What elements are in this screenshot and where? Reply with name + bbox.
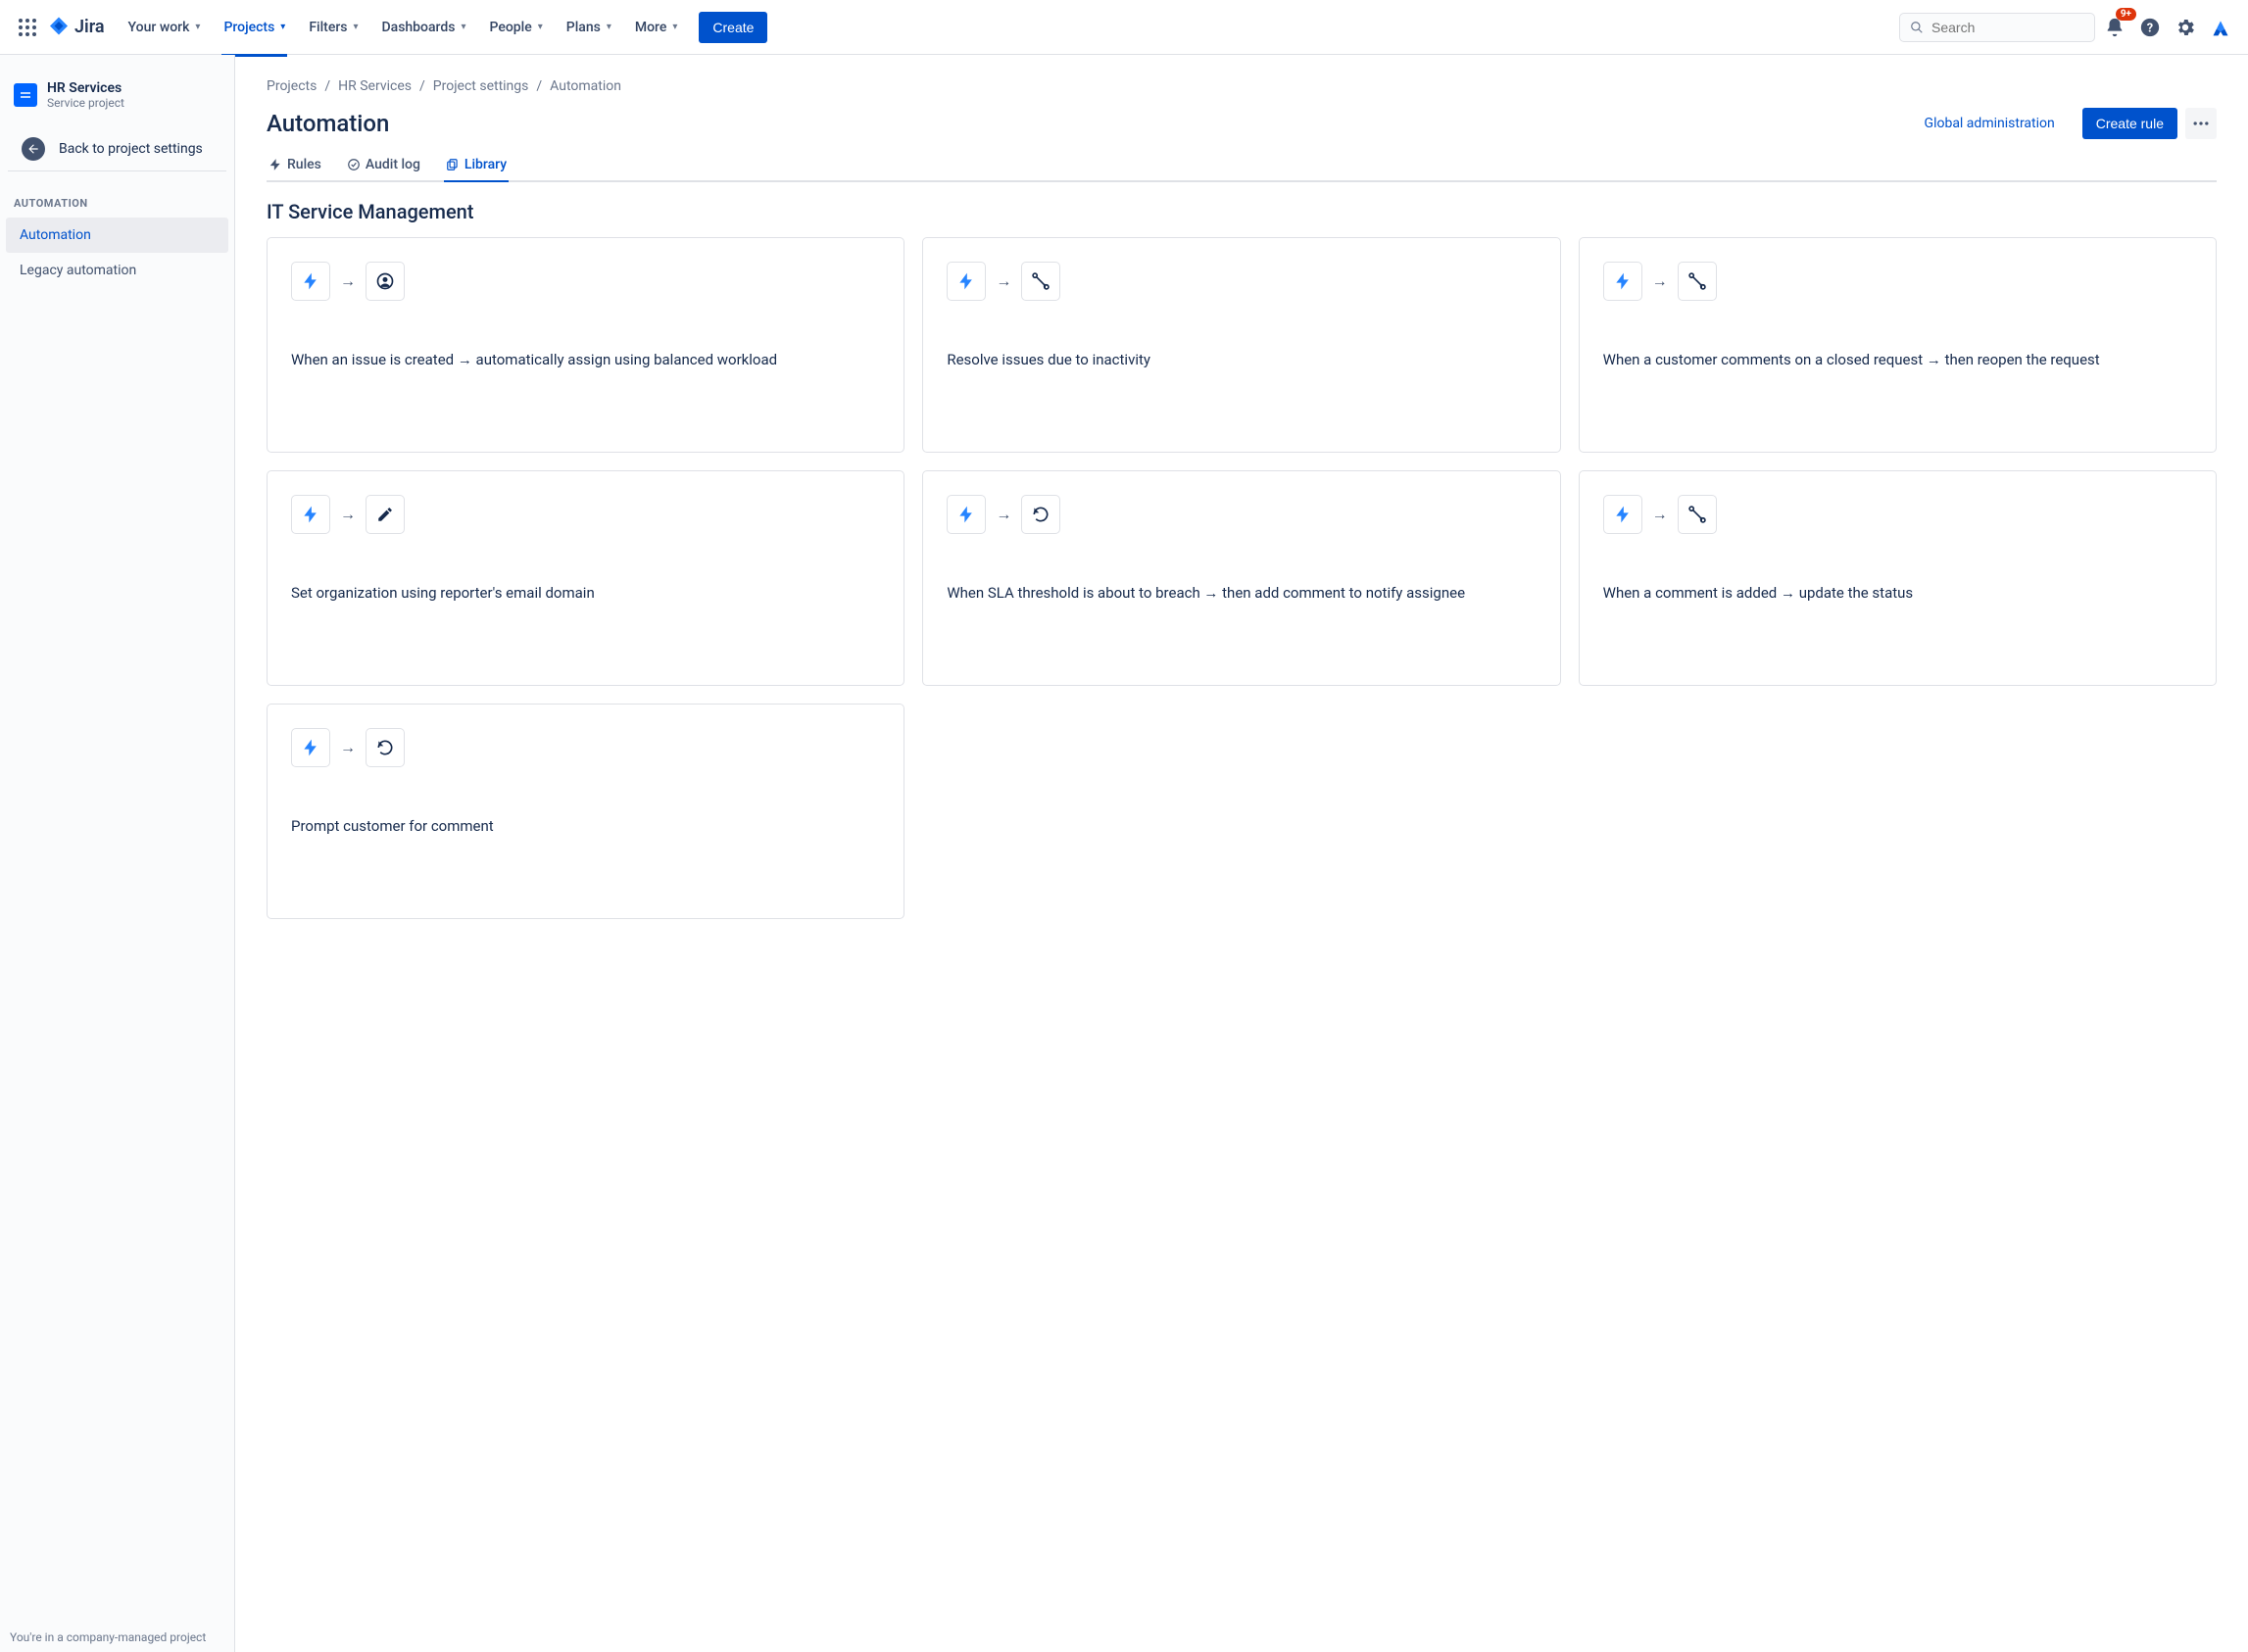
trigger-bolt-icon [291, 495, 330, 534]
action-transition-icon [1678, 262, 1717, 301]
notifications-icon[interactable]: 9+ [2099, 12, 2130, 43]
action-refresh-icon [366, 728, 405, 767]
tab-audit-log[interactable]: Audit log [345, 149, 422, 180]
check-circle-icon [347, 158, 361, 171]
arrow-right-icon: → [340, 738, 356, 757]
sidebar: HR Services Service project Back to proj… [0, 55, 235, 1652]
chevron-down-icon: ▾ [461, 22, 465, 32]
nav-dashboards[interactable]: Dashboards▾ [372, 12, 476, 43]
nav-people[interactable]: People▾ [480, 12, 553, 43]
template-card[interactable]: → When an issue is created → automaticall… [267, 237, 904, 453]
trigger-bolt-icon [1603, 262, 1642, 301]
atlassian-icon[interactable] [2205, 12, 2236, 43]
nav-filters[interactable]: Filters▾ [299, 12, 367, 43]
section-title: IT Service Management [267, 200, 2217, 223]
global-administration-link[interactable]: Global administration [1925, 116, 2055, 131]
action-refresh-icon [1021, 495, 1060, 534]
template-card[interactable]: → Resolve issues due to inactivity [922, 237, 1560, 453]
project-type: Service project [47, 96, 124, 110]
chevron-down-icon: ▾ [280, 22, 285, 32]
template-card-text: When SLA threshold is about to breach → … [923, 563, 1559, 628]
arrow-right-icon: → [340, 271, 356, 291]
jira-logo[interactable]: Jira [47, 16, 105, 39]
app-switcher-icon[interactable] [12, 12, 43, 43]
arrow-left-icon [22, 137, 45, 161]
chevron-down-icon: ▾ [353, 22, 358, 32]
arrow-right-icon: → [1652, 271, 1668, 291]
action-edit-icon [366, 495, 405, 534]
template-card[interactable]: → When a comment is added → update the st… [1579, 470, 2217, 686]
search-icon [1910, 20, 1924, 35]
chevron-down-icon: ▾ [607, 22, 611, 32]
sidebar-footer: You're in a company-managed project [10, 1630, 206, 1644]
project-name: HR Services [47, 80, 124, 96]
template-card-text: Resolve issues due to inactivity [923, 330, 1559, 395]
trigger-bolt-icon [1603, 495, 1642, 534]
create-button[interactable]: Create [699, 12, 767, 43]
arrow-right-icon: → [340, 505, 356, 524]
crumb-automation[interactable]: Automation [550, 78, 621, 94]
template-card[interactable]: → When SLA threshold is about to breach →… [922, 470, 1560, 686]
chevron-down-icon: ▾ [195, 22, 200, 32]
help-icon[interactable]: ? [2134, 12, 2166, 43]
trigger-bolt-icon [947, 495, 986, 534]
sidebar-heading: AUTOMATION [0, 189, 234, 218]
trigger-bolt-icon [291, 262, 330, 301]
search-input[interactable] [1931, 20, 2084, 35]
settings-icon[interactable] [2170, 12, 2201, 43]
template-card[interactable]: → When a customer comments on a closed re… [1579, 237, 2217, 453]
template-card-text: When a customer comments on a closed req… [1580, 330, 2216, 395]
crumb-projects[interactable]: Projects [267, 78, 317, 94]
page-title: Automation [267, 110, 389, 137]
nav-items: Your work▾ Projects▾ Filters▾ Dashboards… [117, 12, 690, 43]
svg-text:?: ? [2147, 21, 2153, 35]
template-card[interactable]: → Prompt customer for comment [267, 704, 904, 919]
nav-plans[interactable]: Plans▾ [557, 12, 621, 43]
chevron-down-icon: ▾ [672, 22, 677, 32]
copy-icon [446, 158, 460, 171]
logo-text: Jira [74, 17, 105, 37]
project-icon [14, 83, 37, 107]
bolt-icon [269, 158, 282, 171]
action-transition-icon [1021, 262, 1060, 301]
action-transition-icon [1678, 495, 1717, 534]
notification-badge: 9+ [2116, 8, 2136, 21]
nav-projects[interactable]: Projects▾ [214, 12, 295, 43]
template-card-text: Set organization using reporter's email … [268, 563, 904, 628]
back-to-settings[interactable]: Back to project settings [8, 127, 226, 171]
tabs: Rules Audit log Library [267, 149, 2217, 182]
template-card-text: When an issue is created → automatically… [268, 330, 904, 395]
sidebar-item-automation[interactable]: Automation [6, 218, 228, 253]
main-content: Projects / HR Services / Project setting… [235, 55, 2248, 1652]
sidebar-item-legacy-automation[interactable]: Legacy automation [6, 253, 228, 288]
arrow-right-icon: → [996, 505, 1011, 524]
more-actions-icon[interactable] [2185, 108, 2217, 139]
action-assignee-icon [366, 262, 405, 301]
breadcrumb: Projects / HR Services / Project setting… [267, 78, 2217, 94]
template-card-text: Prompt customer for comment [268, 797, 904, 861]
nav-your-work[interactable]: Your work▾ [119, 12, 211, 43]
arrow-right-icon: → [1652, 505, 1668, 524]
arrow-right-icon: → [996, 271, 1011, 291]
chevron-down-icon: ▾ [538, 22, 543, 32]
template-grid: → When an issue is created → automaticall… [267, 237, 2217, 919]
trigger-bolt-icon [291, 728, 330, 767]
crumb-hr-services[interactable]: HR Services [338, 78, 412, 94]
back-label: Back to project settings [59, 141, 203, 157]
top-nav: Jira Your work▾ Projects▾ Filters▾ Dashb… [0, 0, 2248, 55]
template-card[interactable]: → Set organization using reporter's email… [267, 470, 904, 686]
nav-more[interactable]: More▾ [625, 12, 688, 43]
project-header[interactable]: HR Services Service project [0, 74, 234, 116]
template-card-text: When a comment is added → update the sta… [1580, 563, 2216, 628]
tab-rules[interactable]: Rules [267, 149, 323, 180]
tab-library[interactable]: Library [444, 149, 509, 180]
create-rule-button[interactable]: Create rule [2082, 108, 2177, 139]
crumb-project-settings[interactable]: Project settings [433, 78, 529, 94]
search-box[interactable] [1899, 13, 2095, 42]
trigger-bolt-icon [947, 262, 986, 301]
